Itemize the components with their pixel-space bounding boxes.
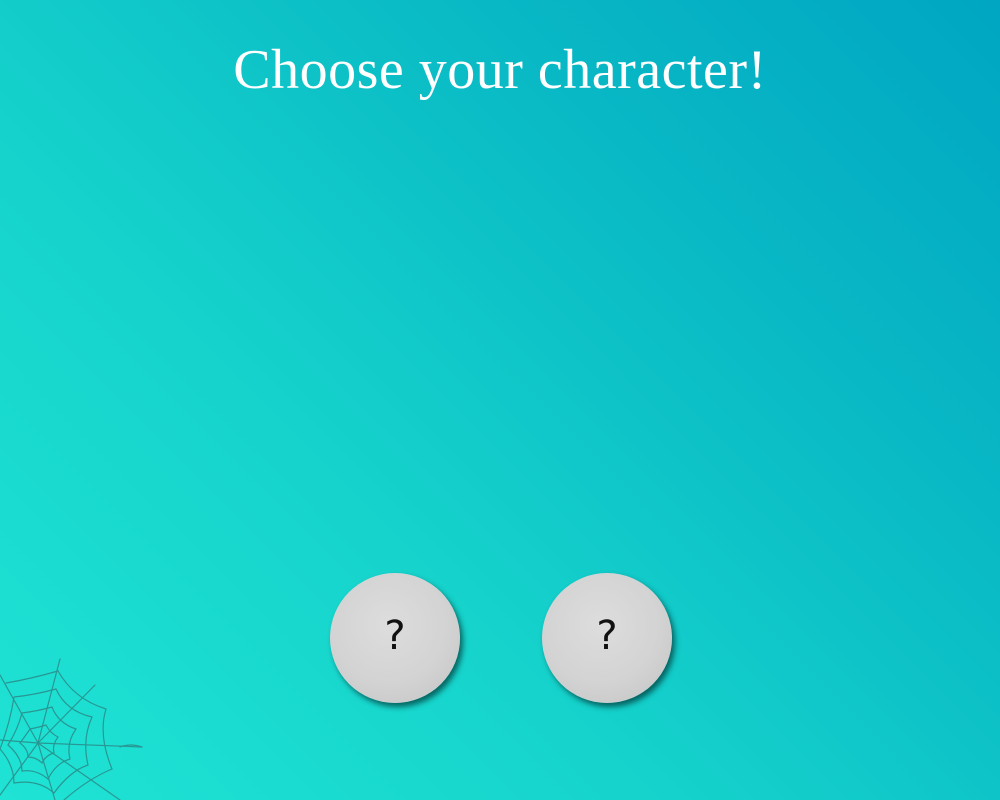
page-title: Choose your character! bbox=[233, 39, 767, 101]
character-select-button-2[interactable]: ? bbox=[542, 573, 672, 703]
character-mystery-label: ? bbox=[596, 613, 618, 659]
character-select-button-1[interactable]: ? bbox=[330, 573, 460, 703]
character-mystery-label: ? bbox=[384, 613, 406, 659]
spider-web-icon bbox=[0, 658, 143, 800]
